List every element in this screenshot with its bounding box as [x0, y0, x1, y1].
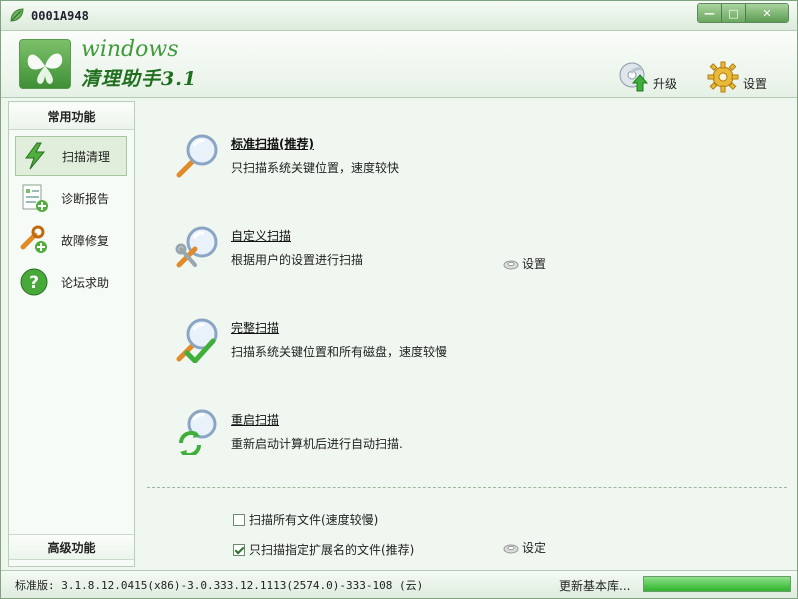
scan-extensions-checkbox[interactable] — [233, 543, 245, 556]
version-text: 标准版: 3.1.8.12.0415(x86)-3.0.333.12.1113(… — [15, 579, 424, 592]
minimize-button[interactable]: — — [698, 4, 722, 22]
upgrade-label: 升级 — [653, 76, 678, 91]
upgrade-button[interactable]: 升级 — [617, 61, 677, 93]
sidebar-item-fault-repair[interactable]: 故障修复 — [15, 220, 127, 260]
scan-title[interactable]: 重启扫描 — [231, 411, 279, 428]
app-logo — [19, 39, 71, 89]
app-leaf-icon — [10, 8, 24, 22]
update-progress-bar — [643, 576, 791, 592]
gear-icon — [707, 61, 739, 93]
magnifier-icon — [176, 134, 218, 178]
sidebar-item-label: 论坛求助 — [61, 275, 110, 290]
option-label: 扫描所有文件(速度较慢) — [249, 513, 379, 527]
small-gear-icon — [503, 544, 519, 553]
scan-title[interactable]: 标准扫描(推荐) — [231, 135, 314, 152]
small-gear-icon — [503, 260, 519, 269]
scan-option-custom[interactable]: 自定义扫描 根据用户的设置进行扫描 — [173, 223, 773, 283]
help-question-icon: ? — [20, 268, 48, 296]
update-status-label: 更新基本库... — [559, 579, 631, 593]
settings-button[interactable]: 设置 — [707, 61, 767, 93]
cd-upgrade-icon — [619, 62, 649, 92]
sidebar-item-diagnostic-report[interactable]: 诊断报告 — [15, 178, 127, 218]
magnifier-check-icon — [176, 318, 218, 363]
scan-description: 扫描系统关键位置和所有磁盘，速度较慢 — [231, 345, 448, 359]
lightning-icon — [25, 142, 46, 170]
report-icon — [22, 184, 48, 212]
section-divider — [147, 487, 787, 488]
sidebar-item-scan-clean[interactable]: 扫描清理 — [15, 136, 127, 176]
repair-tools-icon — [20, 225, 47, 253]
scan-title[interactable]: 自定义扫描 — [231, 227, 291, 244]
settings-link-label: 设置 — [522, 257, 547, 271]
scan-description: 根据用户的设置进行扫描 — [231, 253, 364, 267]
magnifier-restart-icon — [179, 409, 217, 455]
custom-scan-settings-link[interactable]: 设置 — [503, 255, 546, 272]
window-title: 0001A948 — [31, 9, 89, 23]
close-button[interactable]: ✕ — [746, 4, 788, 22]
advanced-functions-header[interactable]: 高级功能 — [9, 534, 134, 560]
scan-option-restart[interactable]: 重启扫描 重新启动计算机后进行自动扫描. — [173, 407, 773, 467]
sidebar-item-label: 扫描清理 — [62, 149, 111, 164]
option-scan-extensions[interactable]: 只扫描指定扩展名的文件(推荐) — [233, 541, 414, 558]
scan-description: 重新启动计算机后进行自动扫描. — [231, 437, 403, 451]
app-window: 0001A948 — □ ✕ windows 清理助手3.1 升级 设置 常用功… — [0, 0, 798, 599]
scan-description: 只扫描系统关键位置，速度较快 — [231, 161, 400, 175]
progress-fill — [644, 577, 790, 591]
sidebar-item-forum-help[interactable]: ? 论坛求助 — [15, 262, 127, 302]
window-controls: — □ ✕ — [697, 3, 789, 23]
scan-option-standard[interactable]: 标准扫描(推荐) 只扫描系统关键位置，速度较快 — [173, 131, 773, 191]
magnifier-tools-icon — [175, 226, 218, 268]
settings-label: 设置 — [743, 76, 768, 91]
title-bar[interactable]: 0001A948 — □ ✕ — [1, 1, 797, 31]
scan-title[interactable]: 完整扫描 — [231, 319, 279, 336]
maximize-button[interactable]: □ — [722, 4, 746, 22]
scan-all-files-checkbox[interactable] — [233, 513, 245, 526]
brand-subtitle: 清理助手3.1 — [81, 68, 198, 90]
status-bar: 标准版: 3.1.8.12.0415(x86)-3.0.333.12.1113(… — [1, 570, 797, 598]
brand-title: windows — [81, 37, 179, 62]
main-panel: 标准扫描(推荐) 只扫描系统关键位置，速度较快 自定义扫描 根据用户的设置进行扫… — [137, 101, 794, 567]
settings-link-label: 设定 — [522, 541, 547, 555]
sidebar-item-label: 诊断报告 — [61, 191, 110, 206]
sidebar: 常用功能 扫描清理 诊断报告 故障修复 ? 论坛求助 高级功能 — [8, 101, 135, 567]
header-banner: windows 清理助手3.1 升级 设置 — [1, 31, 797, 98]
option-label: 只扫描指定扩展名的文件(推荐) — [249, 543, 415, 557]
svg-text:?: ? — [29, 273, 39, 293]
scan-option-full[interactable]: 完整扫描 扫描系统关键位置和所有磁盘，速度较慢 — [173, 315, 773, 375]
sidebar-item-label: 故障修复 — [61, 233, 110, 248]
butterfly-leaf-icon — [27, 53, 63, 84]
common-functions-header: 常用功能 — [9, 104, 134, 130]
extensions-settings-link[interactable]: 设定 — [503, 539, 546, 556]
option-scan-all-files[interactable]: 扫描所有文件(速度较慢) — [233, 511, 378, 528]
